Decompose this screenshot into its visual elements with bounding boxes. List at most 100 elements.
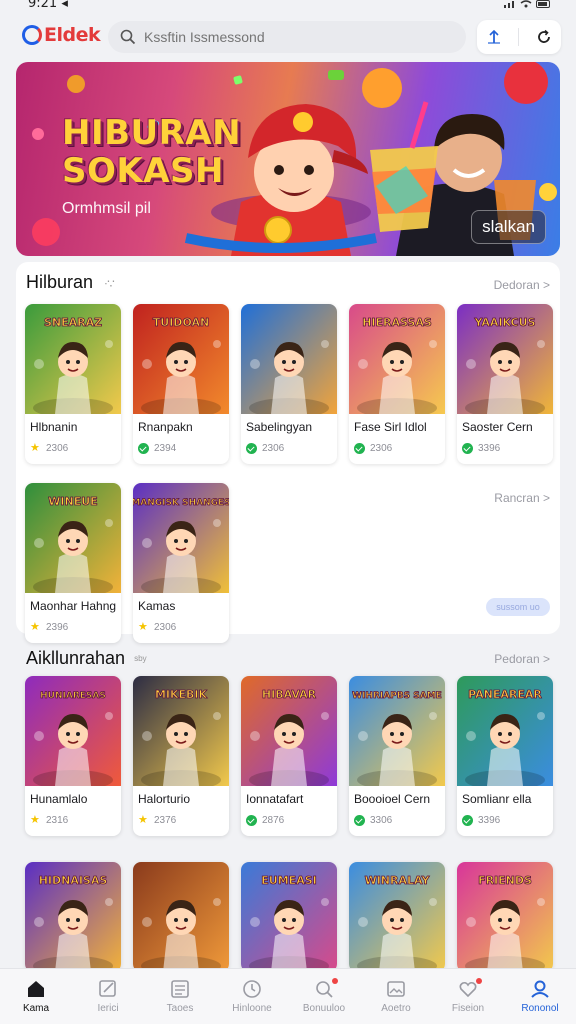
section-aikluanrahan: Aikllunrahan ˢᵇʸ Pedoran > HUNIARESAS Hu… [16, 644, 560, 844]
game-card[interactable]: YAAIKCUS Saoster Cern 3396 [457, 304, 553, 464]
game-card[interactable]: SNEARAZ Hlbnanin ★ 2306 [25, 304, 121, 464]
hero-banner[interactable]: HIBURAN SOKASH Ormhmsil pil slalkan [16, 62, 560, 256]
see-more-link[interactable]: Pedoran > [494, 652, 550, 666]
game-thumbnail: WINRALAY [349, 862, 445, 968]
star-icon: ★ [30, 621, 40, 633]
game-card[interactable]: Sabelingyan 2306 [241, 304, 337, 464]
verified-icon [246, 815, 257, 826]
star-icon: ★ [30, 442, 40, 454]
notification-dot [332, 978, 338, 984]
star-icon: ★ [138, 621, 148, 633]
game-title: Maonhar Hahng [30, 599, 117, 613]
signal-icon [504, 1, 514, 8]
game-card[interactable]: HUNIARESAS Hunamlalo ★ 2316 [25, 676, 121, 836]
game-thumbnail: FRIENDS [457, 862, 553, 968]
game-rating: ★ 2306 [138, 621, 177, 634]
game-rating: 2876 [246, 815, 284, 826]
game-card[interactable]: PANEAREAR Somlianr ella 3396 [457, 676, 553, 836]
nav-item[interactable]: Fiseion [432, 969, 504, 1024]
game-thumbnail: TUIDOAN [133, 304, 229, 414]
game-title: Hlbnanin [30, 420, 78, 434]
game-card[interactable]: WIHRIAPBS SAME Boooioel Cern 3306 [349, 676, 445, 836]
svg-text:TUIDOAN: TUIDOAN [153, 316, 209, 329]
top-bar: Eldek [0, 14, 576, 60]
game-card[interactable]: MIKEBIK Halorturio ★ 2376 [133, 676, 229, 836]
section-more-games: HIDNAISAS EUMEASI WINRALAY FRIENDS [16, 860, 560, 968]
game-card[interactable]: HIDNAISAS [25, 862, 121, 968]
brand-logo[interactable]: Eldek [22, 24, 101, 46]
section-title-text: Aikllunrahan [26, 648, 126, 668]
nav-label: Bonuuloo [302, 1003, 346, 1014]
game-thumbnail: WIHRIAPBS SAME [349, 676, 445, 786]
game-card[interactable]: EUMEASI [241, 862, 337, 968]
svg-text:PANEAREAR: PANEAREAR [468, 688, 542, 701]
star-icon: ★ [30, 814, 40, 826]
battery-icon [536, 0, 550, 8]
star-icon: ★ [138, 814, 148, 826]
nav-item[interactable]: Ierici [72, 969, 144, 1024]
game-card[interactable]: FRIENDS [457, 862, 553, 968]
svg-text:WIHRIAPBS SAME: WIHRIAPBS SAME [352, 691, 442, 701]
game-card[interactable]: WINEUE Maonhar Hahng ★ 2396 [25, 483, 121, 643]
rating-value: 2306 [154, 622, 177, 633]
hero-title-line-2: SOKASH [62, 151, 224, 191]
game-thumbnail: MANGISK SHANGES [133, 483, 229, 593]
bottom-navigation: Kama Ierici Taoes Hinloone Bonuuloo Aoetro Fis… [0, 968, 576, 1024]
see-more-link[interactable]: Dedoran > [494, 278, 550, 292]
game-thumbnail [241, 304, 337, 414]
svg-text:FRIENDS: FRIENDS [478, 874, 532, 887]
hero-cta-button[interactable]: slalkan [471, 210, 546, 244]
verified-icon [462, 443, 473, 454]
rating-value: 2306 [262, 443, 285, 454]
game-thumbnail: SNEARAZ [25, 304, 121, 414]
game-rating: ★ 2376 [138, 814, 177, 827]
svg-text:HIBAVAR: HIBAVAR [262, 688, 317, 701]
search-icon [120, 29, 136, 45]
game-title: Rnanpakn [138, 420, 193, 434]
nav-item[interactable]: Hinloone [216, 969, 288, 1024]
game-thumbnail: HUNIARESAS [25, 676, 121, 786]
load-more-button[interactable]: sussom uo [486, 598, 550, 616]
section-title: Aikllunrahan ˢᵇʸ [26, 648, 147, 669]
refresh-icon[interactable] [535, 28, 553, 46]
game-thumbnail: WINEUE [25, 483, 121, 593]
game-rating: 2306 [354, 443, 392, 454]
section-hiburan: Hilburan ᐧ∵ Dedoran > Rancran > sussom u… [16, 262, 560, 643]
game-card[interactable]: HIERASSAS Fase Sirl Idlol 2306 [349, 304, 445, 464]
rating-value: 2396 [46, 622, 69, 633]
nav-label: Taoes [166, 1003, 194, 1014]
nav-item[interactable]: Taoes [144, 969, 216, 1024]
see-more-link-2[interactable]: Rancran > [494, 491, 550, 505]
nav-item[interactable]: Aoetro [360, 969, 432, 1024]
game-card[interactable]: TUIDOAN Rnanpakn 2394 [133, 304, 229, 464]
game-card[interactable]: HIBAVAR Ionnatafart 2876 [241, 676, 337, 836]
game-card[interactable]: MANGISK SHANGES Kamas ★ 2306 [133, 483, 229, 643]
rating-value: 2376 [154, 815, 177, 826]
nav-item[interactable]: Rononol [504, 969, 576, 1024]
search-bar[interactable] [108, 21, 466, 53]
game-thumbnail: PANEAREAR [457, 676, 553, 786]
game-rating: 2306 [246, 443, 284, 454]
game-thumbnail: MIKEBIK [133, 676, 229, 786]
search-input[interactable] [144, 29, 444, 45]
logo-mark-icon [22, 25, 42, 45]
image-icon [387, 981, 405, 997]
user-icon [531, 980, 549, 998]
home-icon [28, 981, 44, 997]
rating-value: 3396 [478, 443, 501, 454]
sort-icon[interactable] [485, 28, 503, 46]
svg-text:HIDNAISAS: HIDNAISAS [39, 874, 108, 887]
game-thumbnail: HIBAVAR [241, 676, 337, 786]
hero-title: HIBURAN SOKASH [62, 114, 241, 190]
nav-label: Fiseion [451, 1003, 485, 1014]
rating-value: 2306 [370, 443, 393, 454]
nav-item[interactable]: Bonuuloo [288, 969, 360, 1024]
game-title: Somlianr ella [462, 792, 532, 806]
rating-value: 2394 [154, 443, 177, 454]
nav-item[interactable]: Kama [0, 969, 72, 1024]
rating-value: 2316 [46, 815, 69, 826]
game-card[interactable] [133, 862, 229, 968]
game-rating: ★ 2306 [30, 442, 69, 455]
game-card[interactable]: WINRALAY [349, 862, 445, 968]
rating-value: 2306 [46, 443, 69, 454]
